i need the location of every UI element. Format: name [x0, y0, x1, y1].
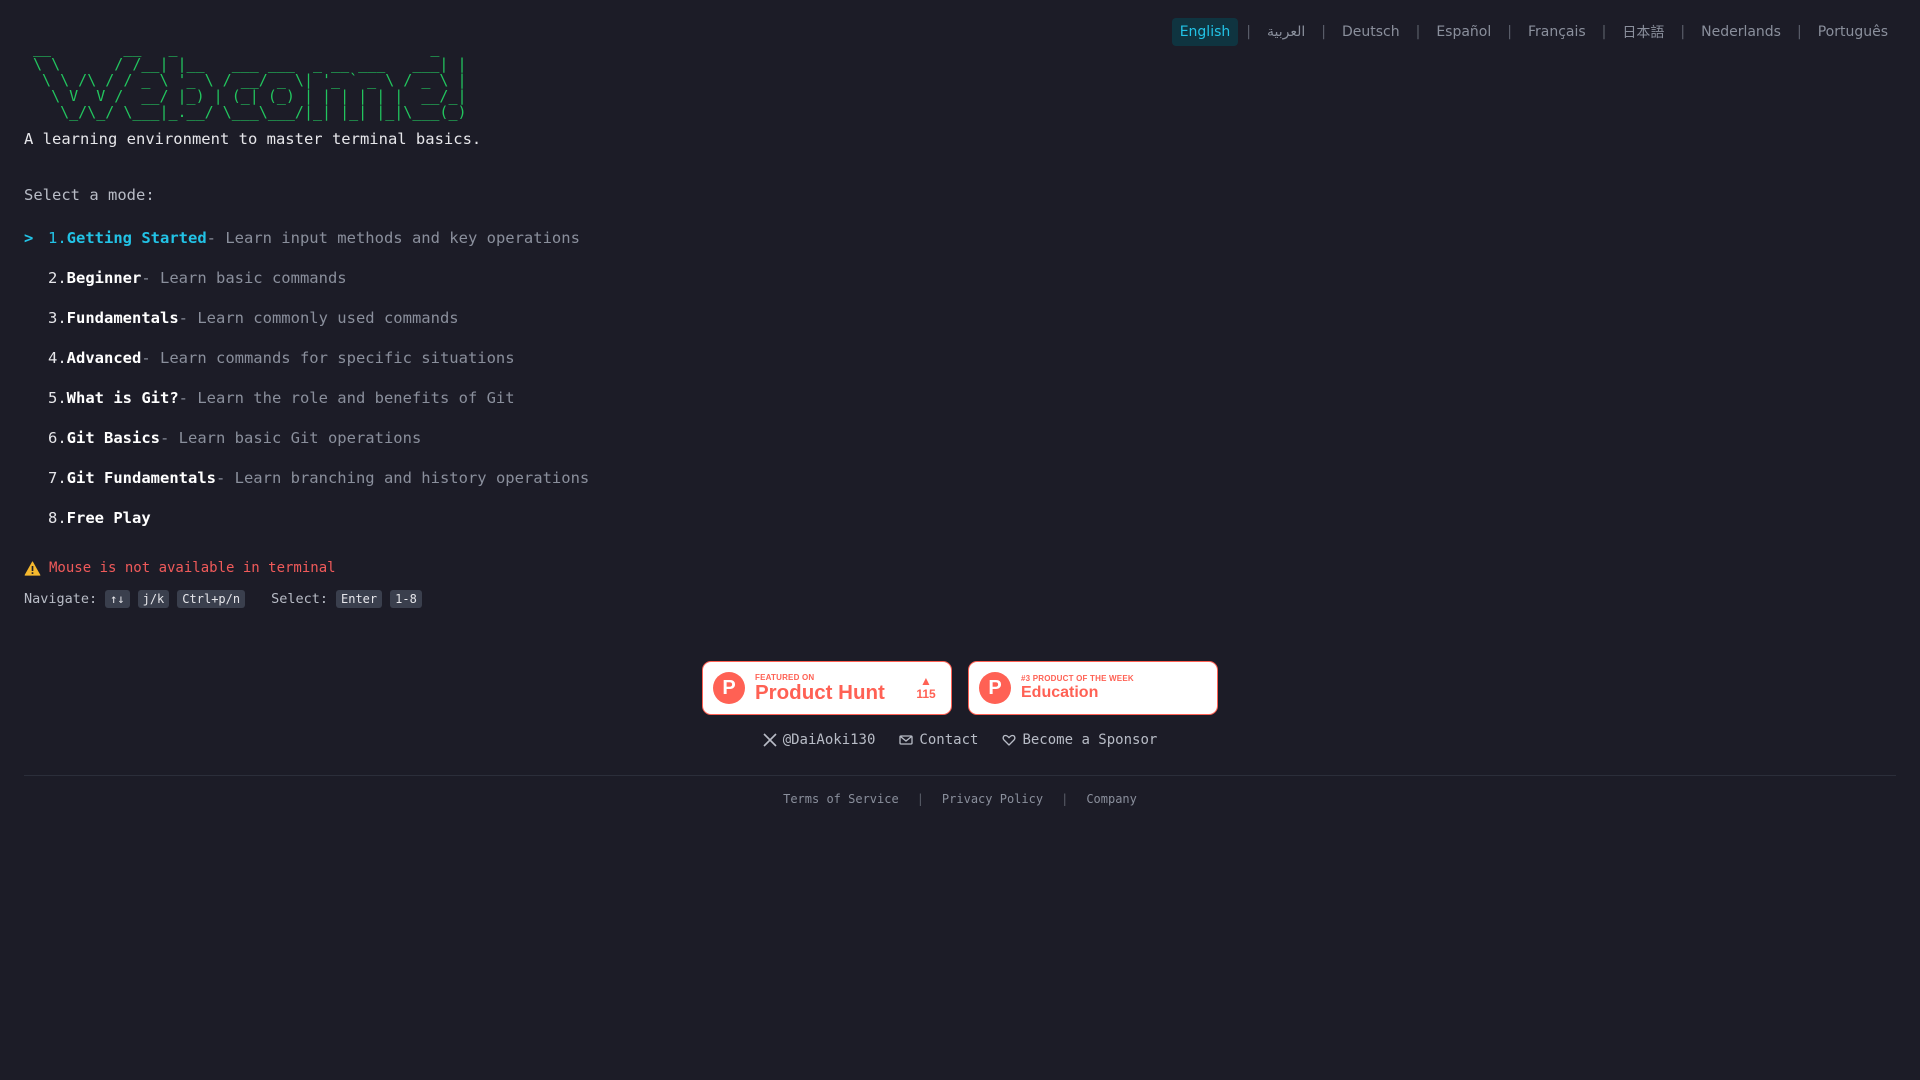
vote-number: 115 — [916, 687, 936, 701]
footer-separator: | — [916, 792, 924, 806]
producthunt-featured-badge[interactable]: P FEATURED ON Product Hunt ▲ 115 — [702, 661, 952, 715]
sponsor-label: Become a Sponsor — [1022, 732, 1158, 748]
language-option[interactable]: Français — [1520, 18, 1594, 46]
language-separator: | — [1246, 24, 1251, 40]
language-bar: English | العربية | Deutsch | Español | Français… — [1171, 16, 1896, 48]
vote-count: ▲ 115 — [911, 675, 941, 701]
ascii-logo: __ __ _ _ \ \ / /__| |__ ___ ___ _ __ __… — [33, 39, 467, 121]
mode-item[interactable]: 6. Git Basics - Learn basic Git operation… — [24, 428, 924, 468]
mode-number: 5. — [48, 389, 67, 407]
key-hint: 1-8 — [390, 590, 422, 608]
mode-title: Git Basics — [66, 429, 160, 447]
mode-item[interactable]: 4. Advanced - Learn commands for specific… — [24, 348, 924, 388]
mode-title: Advanced — [66, 349, 142, 367]
mode-item[interactable]: 7. Git Fundamentals - Learn branching and… — [24, 468, 924, 508]
mode-item[interactable]: 5. What is Git? - Learn the role and bene… — [24, 388, 924, 428]
language-separator: | — [1796, 24, 1802, 40]
language-option[interactable]: Português — [1810, 18, 1896, 46]
mode-title: What is Git? — [66, 389, 179, 407]
keyboard-help: Navigate: ↑↓ j/k Ctrl+p/n Select: Enter 1-8 — [24, 590, 924, 608]
language-separator: | — [1601, 24, 1607, 40]
language-separator: | — [1321, 24, 1326, 40]
mode-description: - Learn basic commands — [141, 269, 347, 287]
warning-text: Mouse is not available in terminal — [49, 560, 336, 576]
x-icon — [763, 733, 777, 747]
terminal: __ __ _ _ \ \ / /__| |__ ___ ___ _ __ __… — [24, 40, 924, 608]
producthunt-logo-icon: P — [713, 672, 745, 704]
language-option[interactable]: English — [1171, 18, 1239, 46]
mode-item[interactable]: 3. Fundamentals - Learn commonly used com… — [24, 308, 924, 348]
mode-number: 3. — [48, 309, 67, 327]
language-separator: | — [1507, 24, 1512, 40]
sponsor-link[interactable]: Become a Sponsor — [1002, 732, 1157, 748]
mode-list: >1. Getting Started - Learn input methods… — [24, 228, 924, 548]
mode-item[interactable]: 8. Free Play — [24, 508, 924, 548]
mode-title: Beginner — [66, 269, 142, 287]
badges: P FEATURED ON Product Hunt ▲ 115 P #3 PR… — [702, 661, 1218, 715]
mode-description: - Learn input methods and key operations — [206, 229, 580, 247]
mode-number: 4. — [48, 349, 67, 367]
key-hint: Enter — [336, 590, 383, 608]
privacy-link[interactable]: Privacy Policy — [942, 792, 1043, 806]
heart-icon — [1002, 734, 1016, 746]
contact-label: Contact — [919, 732, 979, 748]
mode-number: 1. — [48, 229, 67, 247]
language-option[interactable]: Nederlands — [1693, 18, 1789, 46]
upvote-arrow-icon: ▲ — [920, 674, 932, 688]
producthunt-logo-icon: P — [979, 672, 1011, 704]
badge-featured-title: Product Hunt — [755, 680, 885, 704]
badge-weekly-caption: #3 PRODUCT OF THE WEEK — [1021, 673, 1134, 683]
mode-number: 7. — [48, 469, 67, 487]
mode-description: - Learn commonly used commands — [178, 309, 459, 327]
mode-description: - Learn the role and benefits of Git — [178, 389, 515, 407]
key-hint: ↑↓ — [105, 590, 130, 608]
x-handle: @DaiAoki130 — [782, 732, 876, 748]
mode-number: 6. — [48, 429, 67, 447]
language-option[interactable]: 日本語 — [1614, 16, 1672, 48]
footer: Terms of Service | Privacy Policy | Comp… — [0, 792, 1920, 806]
terms-link[interactable]: Terms of Service — [783, 792, 899, 806]
mode-description: - Learn basic Git operations — [160, 429, 422, 447]
warning-icon — [24, 560, 41, 576]
language-separator: | — [1680, 24, 1686, 40]
mode-number: 8. — [48, 509, 67, 527]
selection-cursor: > — [24, 229, 34, 247]
language-option[interactable]: Español — [1428, 18, 1499, 46]
language-option[interactable]: Deutsch — [1334, 18, 1408, 46]
mode-number: 2. — [48, 269, 67, 287]
mode-item[interactable]: >1. Getting Started - Learn input methods… — [24, 228, 924, 268]
contact-link[interactable]: Contact — [899, 732, 978, 748]
mouse-warning: Mouse is not available in terminal — [24, 560, 924, 576]
producthunt-weekly-badge[interactable]: P #3 PRODUCT OF THE WEEK Education — [968, 661, 1218, 715]
footer-separator: | — [1061, 792, 1069, 806]
language-separator: | — [1415, 24, 1421, 40]
key-hint: j/k — [137, 590, 170, 608]
social-links: @DaiAoki130 Contact Become a Sponsor — [0, 732, 1920, 748]
company-link[interactable]: Company — [1086, 792, 1137, 806]
mode-item[interactable]: 2. Beginner - Learn basic commands — [24, 268, 924, 308]
mode-title: Fundamentals — [66, 309, 179, 327]
navigate-label: Navigate: — [24, 591, 98, 607]
select-label: Select: — [271, 591, 328, 607]
mode-title: Git Fundamentals — [66, 469, 216, 487]
mode-description: - Learn branching and history operations — [215, 469, 590, 487]
mode-title: Free Play — [66, 509, 151, 527]
x-link[interactable]: @DaiAoki130 — [763, 732, 876, 748]
mode-description: - Learn commands for specific situations — [141, 349, 515, 367]
mode-title: Getting Started — [66, 229, 207, 247]
language-option[interactable]: العربية — [1259, 18, 1313, 46]
key-hint: Ctrl+p/n — [177, 590, 246, 608]
badge-weekly-title: Education — [1021, 683, 1099, 701]
tagline: A learning environment to master termina… — [24, 130, 482, 148]
select-prompt: Select a mode: — [24, 186, 155, 204]
mail-icon — [899, 735, 914, 745]
footer-divider — [24, 775, 1896, 776]
